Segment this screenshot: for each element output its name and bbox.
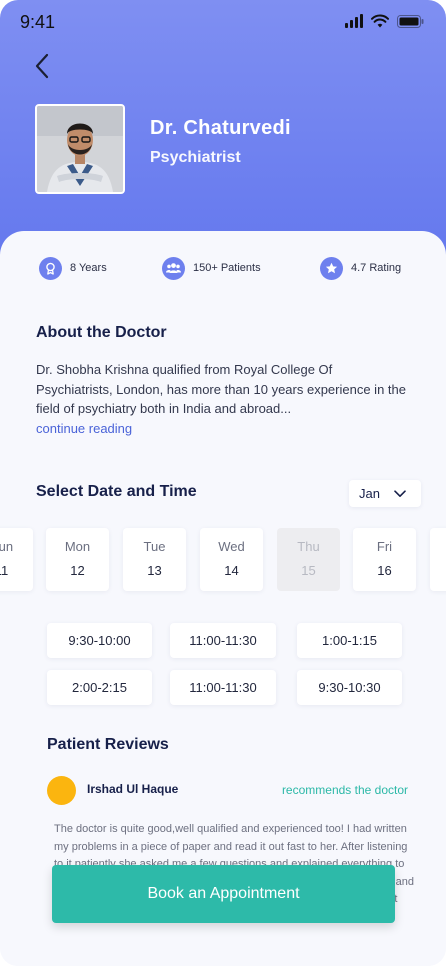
profile-header: 9:41 Dr. Chaturvedi Psychiatrist [0, 0, 446, 262]
date-card[interactable] [430, 528, 446, 591]
group-icon [162, 256, 185, 280]
status-bar: 9:41 [0, 0, 446, 46]
date-day: Wed [218, 539, 245, 554]
date-card[interactable]: Wed 14 [200, 528, 263, 591]
star-icon [320, 256, 343, 280]
time-slot[interactable]: 2:00-2:15 [47, 670, 152, 705]
status-time: 9:41 [20, 12, 56, 32]
time-slot[interactable]: 9:30-10:30 [297, 670, 402, 705]
chevron-down-icon [394, 489, 406, 497]
date-number: 12 [70, 563, 85, 578]
time-slot[interactable]: 9:30-10:00 [47, 623, 152, 658]
date-number: 14 [224, 563, 239, 578]
reviewer-avatar [47, 776, 76, 805]
time-slot[interactable]: 11:00-11:30 [170, 623, 276, 658]
date-card-disabled: Thu 15 [277, 528, 340, 591]
profile-content: 8 Years 150+ Patients 4.7 Rating About t… [0, 231, 446, 966]
about-text: Dr. Shobha Krishna qualified from Royal … [36, 362, 406, 416]
date-number: 11 [0, 563, 9, 578]
reviewer-name: Irshad Ul Haque [87, 782, 179, 796]
stat-experience: 8 Years [39, 255, 107, 281]
award-icon [39, 256, 62, 280]
date-number: 15 [301, 563, 316, 578]
time-slot[interactable]: 11:00-11:30 [170, 670, 276, 705]
cellular-signal-icon [345, 14, 363, 28]
stat-patients-label: 150+ Patients [193, 262, 261, 274]
time-slot[interactable]: 1:00-1:15 [297, 623, 402, 658]
stat-experience-label: 8 Years [70, 262, 107, 274]
date-card[interactable]: Mon 12 [46, 528, 109, 591]
wifi-icon [371, 14, 389, 28]
stat-rating: 4.7 Rating [320, 255, 401, 281]
date-number: 13 [147, 563, 162, 578]
stat-rating-label: 4.7 Rating [351, 262, 402, 274]
date-day: Thu [297, 539, 320, 554]
stats-row: 8 Years 150+ Patients 4.7 Rating [0, 255, 446, 283]
date-card[interactable]: Sun 11 [0, 528, 33, 591]
date-day: Fri [376, 539, 393, 554]
date-day: Mon [64, 539, 91, 554]
battery-icon [397, 14, 424, 28]
month-dropdown[interactable]: Jan [349, 480, 421, 507]
doctor-profile-screen: 9:41 Dr. Chaturvedi Psychiatrist 8 Years… [0, 0, 446, 966]
status-icons [345, 14, 424, 28]
continue-reading-link[interactable]: continue reading [36, 421, 132, 436]
about-title: About the Doctor [36, 324, 167, 341]
date-day: Tue [143, 539, 166, 554]
doctor-photo [35, 104, 125, 194]
bottom-fade [0, 951, 446, 966]
reviews-title: Patient Reviews [47, 736, 169, 753]
schedule-title: Select Date and Time [36, 483, 197, 500]
month-value: Jan [359, 486, 380, 501]
chevron-left-icon [35, 53, 49, 79]
back-button[interactable] [28, 50, 56, 82]
date-number: 16 [377, 563, 392, 578]
date-day: Sun [0, 539, 14, 554]
date-card[interactable]: Fri 16 [353, 528, 416, 591]
book-appointment-button[interactable]: Book an Appointment [52, 865, 395, 923]
date-card[interactable]: Tue 13 [123, 528, 186, 591]
doctor-name: Dr. Chaturvedi [150, 117, 291, 139]
doctor-specialty: Psychiatrist [150, 149, 241, 166]
recommend-tag: recommends the doctor [281, 783, 408, 797]
stat-patients: 150+ Patients [162, 255, 261, 281]
